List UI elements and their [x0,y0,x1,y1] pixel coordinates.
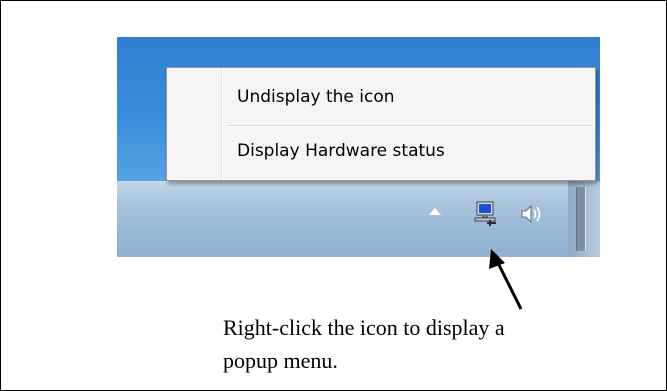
menu-item-undisplay-icon[interactable]: Undisplay the icon [169,76,593,118]
menu-item-label: Undisplay the icon [237,87,395,107]
figure-frame: Undisplay the icon Display Hardware stat… [0,0,667,391]
menu-separator [227,125,591,127]
menu-item-label: Display Hardware status [237,141,445,161]
menu-item-display-hardware-status[interactable]: Display Hardware status [169,130,593,172]
show-hidden-icons-arrow-icon[interactable] [429,208,441,215]
computer-icon[interactable] [473,201,499,227]
caption-line-1: Right-click the icon to display a [223,315,505,340]
caption-line-2: popup menu. [223,348,338,373]
caption: Right-click the icon to display a popup … [223,311,643,377]
pointer-arrow-icon [489,249,523,310]
context-menu: Undisplay the icon Display Hardware stat… [166,67,596,181]
volume-speaker-icon[interactable] [519,203,545,225]
screenshot-region: Undisplay the icon Display Hardware stat… [117,37,600,257]
show-desktop-button[interactable] [568,181,600,257]
